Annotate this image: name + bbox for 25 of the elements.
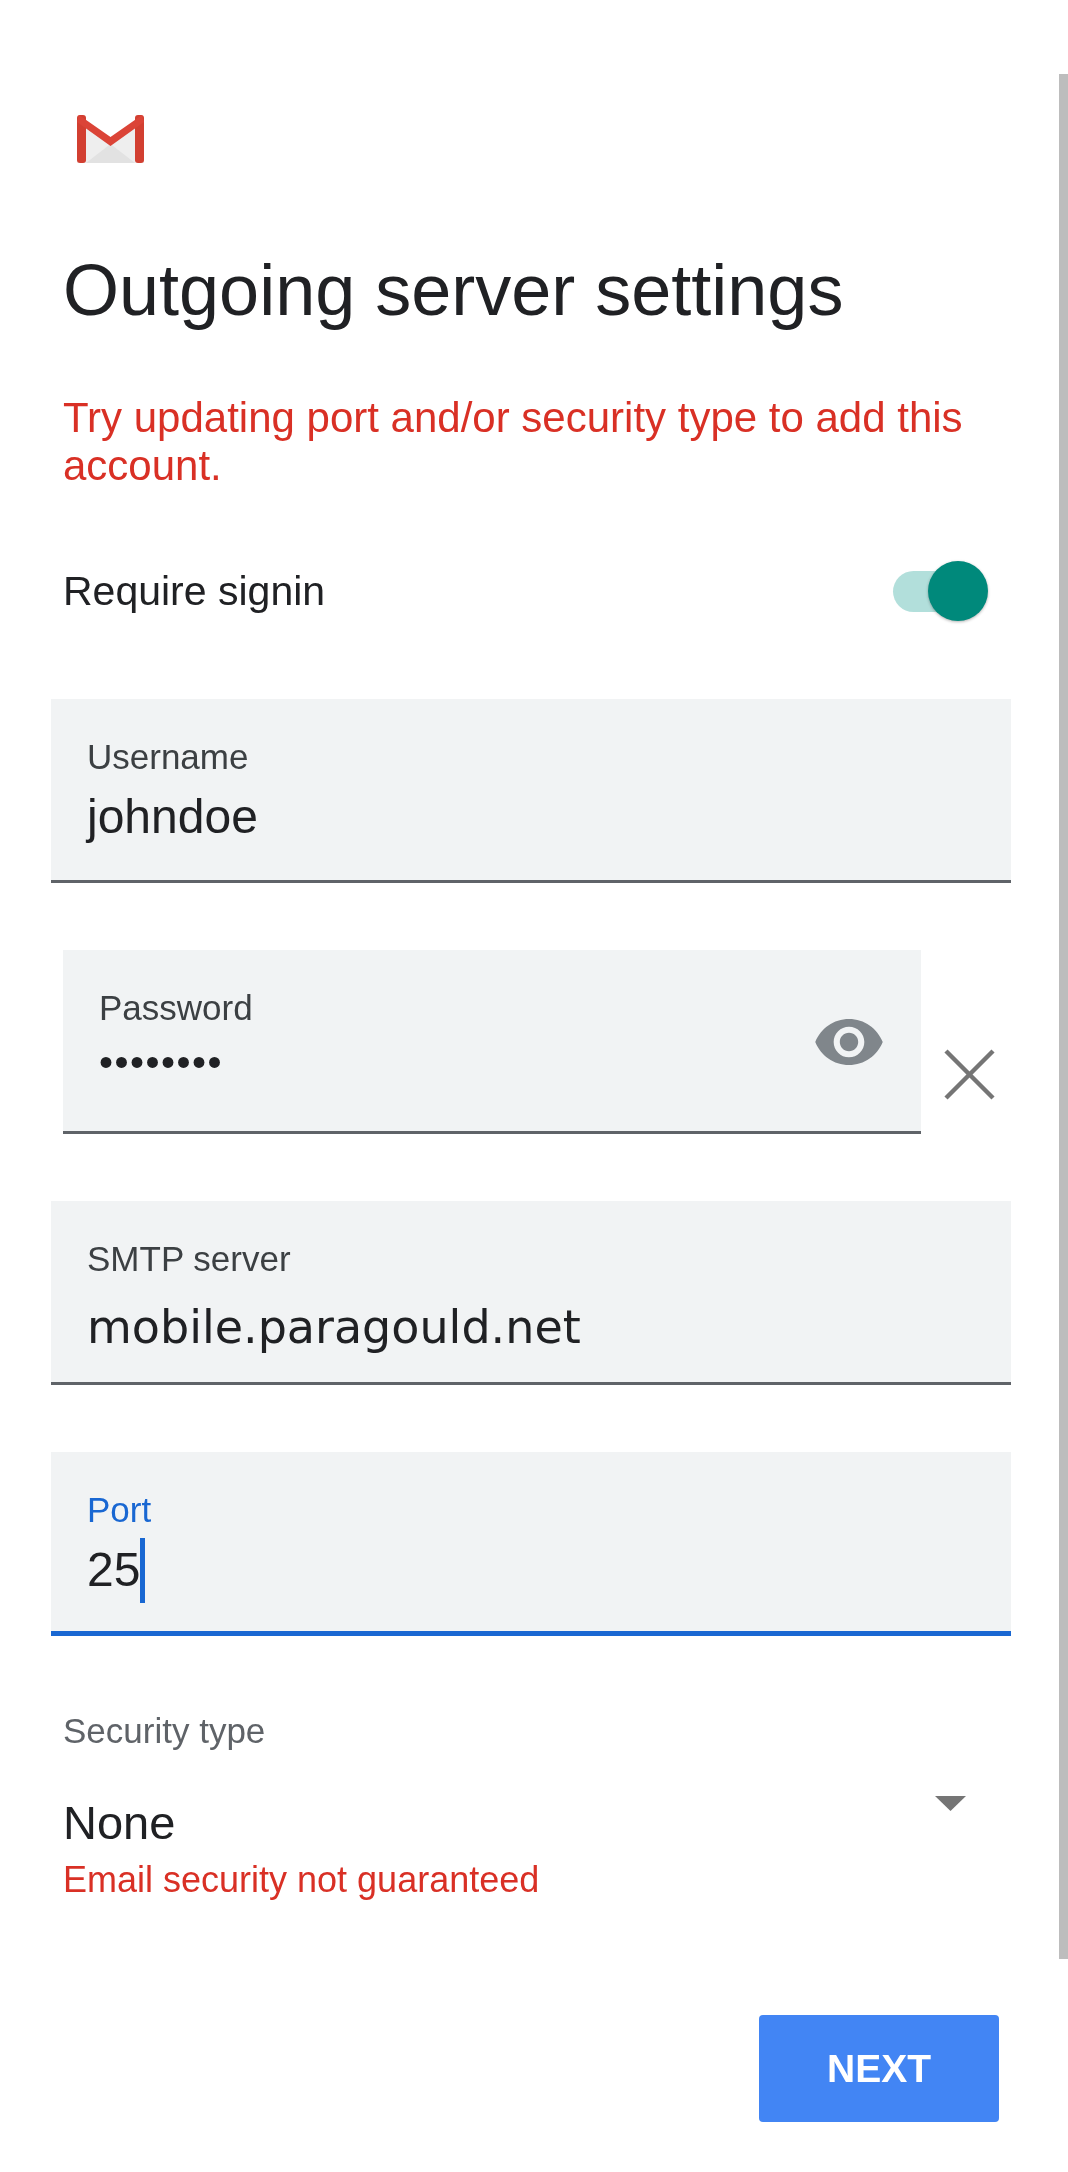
caret-icon <box>935 1796 966 1811</box>
setting-label: Require signin <box>63 567 326 615</box>
field-value: mobile.paragould.net <box>87 1299 581 1355</box>
input-field[interactable]: SMTP server mobile.paragould.net <box>51 1201 1011 1385</box>
field-label: SMTP server <box>87 1239 291 1279</box>
error-message: Try updating port and/or security type to add this account. <box>63 394 964 490</box>
field-label: Password <box>99 988 253 1028</box>
field-value: johndoe <box>87 789 258 845</box>
warning-text: Email security not guaranteed <box>63 1859 540 1901</box>
next-button[interactable]: NEXT <box>759 2015 999 2122</box>
mail-logo-icon <box>77 114 144 163</box>
section-label: Security type <box>63 1711 266 1751</box>
close-icon[interactable] <box>943 1049 996 1100</box>
input-field[interactable]: Username johndoe <box>51 699 1011 883</box>
input-field[interactable]: Port 25 <box>51 1452 1011 1636</box>
field-value: •••••••• <box>99 1039 224 1086</box>
text-cursor-icon <box>140 1537 146 1603</box>
field-label: Port <box>87 1490 152 1530</box>
eye-icon[interactable] <box>815 1019 883 1065</box>
security-dropdown[interactable]: None <box>63 1795 966 1851</box>
page-title: Outgoing server settings <box>63 249 844 332</box>
field-value: 25 <box>87 1542 141 1598</box>
toggle-switch[interactable] <box>893 561 988 621</box>
input-field[interactable]: Password •••••••• <box>63 950 921 1134</box>
field-label: Username <box>87 737 249 777</box>
